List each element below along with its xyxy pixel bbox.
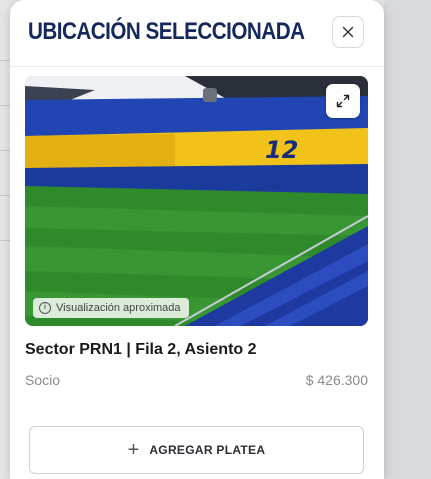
background-divider xyxy=(0,105,10,106)
background-panel xyxy=(384,0,431,479)
approximate-view-text: Visualización aproximada xyxy=(56,302,181,314)
selected-location-modal: UBICACIÓN SELECCIONADA 12 i Visualizació… xyxy=(10,0,384,479)
background-divider xyxy=(0,195,10,196)
expand-icon xyxy=(336,94,350,108)
approximate-view-badge: i Visualización aproximada xyxy=(33,298,189,318)
plus-icon: + xyxy=(127,439,140,461)
modal-header: UBICACIÓN SELECCIONADA xyxy=(10,0,384,67)
background-divider xyxy=(0,150,10,151)
add-seat-label: AGREGAR PLATEA xyxy=(149,443,266,457)
close-button[interactable] xyxy=(332,16,364,48)
seat-price: $ 426.300 xyxy=(305,372,368,388)
info-icon: i xyxy=(39,302,51,314)
background-divider xyxy=(0,60,10,61)
svg-text:12: 12 xyxy=(265,136,298,164)
add-seat-button[interactable]: + AGREGAR PLATEA xyxy=(29,426,364,474)
background-divider xyxy=(0,240,10,241)
close-icon xyxy=(342,26,354,38)
modal-title: UBICACIÓN SELECCIONADA xyxy=(28,18,305,45)
expand-image-button[interactable] xyxy=(326,84,360,118)
stadium-view-image: 12 i Visualización aproximada xyxy=(25,76,368,326)
seat-title: Sector PRN1 | Fila 2, Asiento 2 xyxy=(25,341,257,358)
seat-category: Socio xyxy=(25,372,61,388)
